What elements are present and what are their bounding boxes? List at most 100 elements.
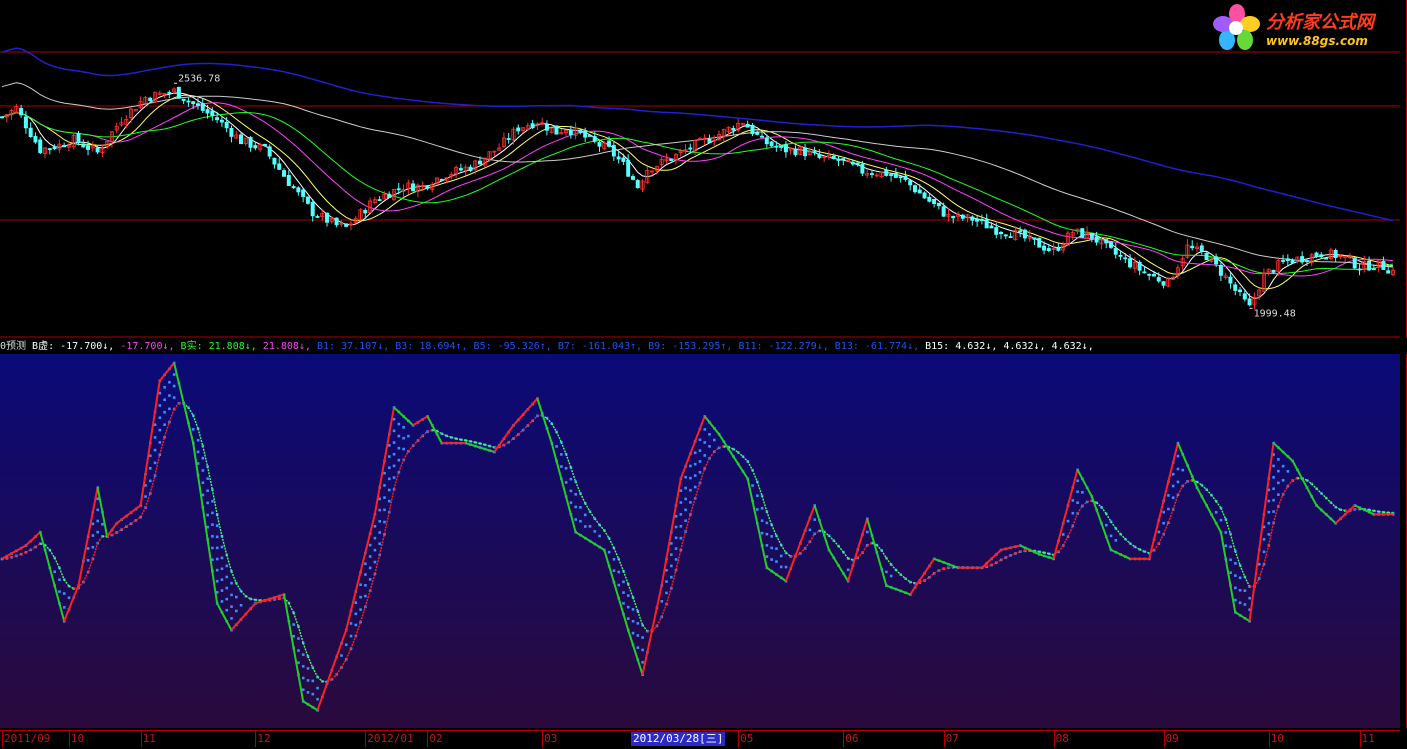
oscillator-dot — [206, 502, 209, 505]
oscillator-dot — [680, 537, 683, 540]
oscillator-dot — [574, 506, 577, 509]
oscillator-dot — [192, 428, 195, 431]
oscillator-dot — [570, 501, 573, 504]
ma-line-30 — [2, 113, 1393, 274]
price-annotations: 2536.781999.48 — [174, 73, 1296, 319]
oscillator-dot — [775, 560, 778, 563]
oscillator-dot — [292, 635, 295, 638]
oscillator-dot — [565, 481, 568, 484]
oscillator-dot — [68, 596, 71, 599]
oscillator-dot — [402, 437, 405, 440]
candle — [435, 177, 438, 185]
candle — [1114, 243, 1117, 258]
candle — [373, 197, 376, 205]
candle — [407, 180, 410, 194]
oscillator-dot — [393, 418, 396, 421]
candle — [598, 141, 601, 152]
oscillator-dot — [297, 649, 300, 652]
candle — [737, 119, 740, 132]
oscillator-dot — [58, 590, 61, 593]
candle — [789, 147, 792, 154]
oscillator-dot — [297, 637, 300, 640]
candle — [464, 164, 467, 175]
candle — [244, 138, 247, 146]
oscillator-dot — [694, 451, 697, 454]
oscillator-dot — [159, 429, 162, 432]
oscillator-dot — [1244, 603, 1247, 606]
oscillator-dot — [1263, 538, 1266, 541]
candle — [230, 126, 233, 143]
oscillator-dot — [402, 426, 405, 429]
candle — [1081, 228, 1084, 238]
oscillator-dot — [617, 571, 620, 574]
oscillator-dot — [1234, 587, 1237, 590]
oscillator-dot — [570, 490, 573, 493]
candle — [1291, 258, 1294, 263]
oscillator-dot — [847, 569, 850, 572]
candle — [459, 164, 462, 172]
oscillator-dot — [617, 584, 620, 587]
oscillator-dot — [312, 680, 315, 683]
candle — [507, 133, 510, 144]
oscillator-dot — [1181, 469, 1184, 472]
candle — [120, 117, 123, 126]
oscillator-dot — [1220, 519, 1223, 522]
candle — [0, 116, 3, 118]
candle — [1052, 243, 1055, 256]
candle — [827, 150, 830, 160]
oscillator-dot — [96, 509, 99, 512]
candle — [297, 186, 300, 195]
selected-date-label[interactable]: 2012/03/28[三] — [631, 732, 725, 746]
oscillator-dot — [670, 565, 673, 568]
candle — [1009, 232, 1012, 237]
candle — [1229, 273, 1232, 289]
oscillator-dot — [1268, 522, 1271, 525]
oscillator-dot — [680, 489, 683, 492]
oscillator-dot — [703, 428, 706, 431]
oscillator-dot — [684, 519, 687, 522]
candle — [1105, 239, 1108, 248]
oscillator-dot — [675, 558, 678, 561]
oscillator-dot — [369, 544, 372, 547]
candle — [622, 154, 625, 165]
oscillator-dot — [565, 467, 568, 470]
oscillator-dot — [154, 423, 157, 426]
date-tick-label: 09 — [1166, 732, 1179, 746]
oscillator-chart[interactable] — [0, 354, 1400, 728]
candle — [455, 165, 458, 178]
oscillator-dot — [202, 457, 205, 460]
candle — [411, 180, 414, 191]
oscillator-dot — [632, 620, 635, 623]
oscillator-dot — [378, 520, 381, 523]
date-tick-mark — [255, 731, 256, 747]
oscillator-dot — [890, 575, 893, 578]
oscillator-dot — [307, 667, 310, 670]
oscillator-dot — [761, 519, 764, 522]
brand-name: 分析家公式网 — [1266, 8, 1374, 34]
candle — [674, 153, 677, 165]
oscillator-dot — [230, 605, 233, 608]
candle — [498, 143, 501, 150]
oscillator-dot — [780, 555, 783, 558]
oscillator-dot — [168, 381, 171, 384]
candle — [249, 136, 252, 152]
oscillator-dot — [598, 535, 601, 538]
oscillator-dot — [627, 606, 630, 609]
oscillator-dot — [589, 525, 592, 528]
oscillator-dot — [1167, 508, 1170, 511]
indicator-item: B5: -95.326↑, — [468, 341, 552, 352]
oscillator-dot — [216, 547, 219, 550]
candle — [842, 158, 845, 165]
oscillator-dot — [766, 533, 769, 536]
indicator-item: 4.632↓, — [1046, 341, 1094, 352]
oscillator-dot — [770, 547, 773, 550]
oscillator-dot — [579, 506, 582, 509]
price-chart[interactable]: 2536.781999.48 — [0, 0, 1400, 338]
oscillator-dot — [230, 594, 233, 597]
date-tick-label: 11 — [1362, 732, 1375, 746]
candle — [1019, 227, 1022, 238]
oscillator-dot — [211, 500, 214, 503]
oscillator-dot — [684, 498, 687, 501]
candle — [794, 145, 797, 156]
oscillator-dot — [708, 433, 711, 436]
